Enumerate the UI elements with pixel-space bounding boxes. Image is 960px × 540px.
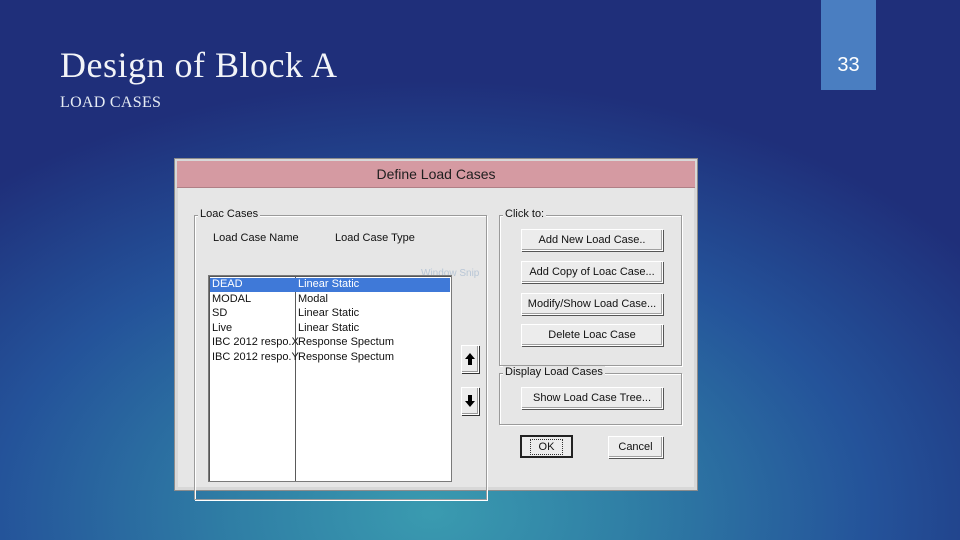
load-cases-group-legend: Loac Cases <box>198 208 261 220</box>
column-header-name: Load Case Name <box>213 232 299 244</box>
list-item[interactable]: IBC 2012 respo.Y Response Spectum <box>210 351 450 365</box>
display-load-cases-group-legend: Display Load Cases <box>503 366 605 378</box>
load-case-name: MODAL <box>212 292 252 305</box>
load-case-name: IBC 2012 respo.Y <box>212 350 299 363</box>
list-item[interactable]: Live Linear Static <box>210 322 450 336</box>
define-load-cases-dialog: Define Load Cases Loac Cases Load Case N… <box>174 158 698 500</box>
ok-button[interactable]: OK <box>520 435 573 458</box>
dialog-titlebar[interactable]: Define Load Cases <box>177 161 695 188</box>
list-item[interactable]: SD Linear Static <box>210 307 450 321</box>
load-case-type: Linear Static <box>298 278 360 290</box>
column-header-type: Load Case Type <box>335 232 415 244</box>
load-case-type: Modal <box>298 292 328 305</box>
slide-subtitle: LOAD CASES <box>60 94 162 111</box>
load-case-type: Response Spectum <box>298 336 394 348</box>
add-copy-load-case-button[interactable]: Add Copy of Loac Case... <box>521 261 663 283</box>
page-number-tab: 33 <box>821 0 876 90</box>
dialog-title: Define Load Cases <box>376 166 496 182</box>
list-item[interactable]: MODAL Modal <box>210 293 450 307</box>
list-item[interactable]: IBC 2012 respo.X Response Spectum <box>210 336 450 350</box>
page-number: 33 <box>837 53 860 76</box>
modify-show-load-case-button[interactable]: Modify/Show Load Case... <box>521 293 663 315</box>
load-case-name: DEAD <box>212 278 243 290</box>
move-down-button[interactable] <box>461 387 479 415</box>
move-up-button[interactable] <box>461 345 479 373</box>
click-to-group-legend: Click to: <box>503 208 547 220</box>
add-new-load-case-button[interactable]: Add New Load Case.. <box>521 229 663 251</box>
cancel-button[interactable]: Cancel <box>608 436 663 458</box>
dialog-body: Loac Cases Load Case Name Load Case Type… <box>178 188 694 500</box>
load-case-name: SD <box>212 307 228 319</box>
arrow-down-icon <box>465 395 475 407</box>
load-case-name: Live <box>212 321 233 334</box>
load-cases-listbox[interactable]: DEAD Linear Static MODAL Modal SD Linear Stat… <box>208 275 452 482</box>
delete-load-case-button[interactable]: Delete Loac Case <box>521 324 663 346</box>
show-load-case-tree-button[interactable]: Show Load Case Tree... <box>521 387 663 409</box>
ok-button-label: OK <box>529 438 564 455</box>
load-case-type: Response Spectum <box>298 350 394 363</box>
slide-title: Design of Block A <box>60 45 338 85</box>
load-case-type: Linear Static <box>298 307 360 319</box>
list-item[interactable]: DEAD Linear Static <box>210 278 450 292</box>
load-case-type: Linear Static <box>298 321 360 334</box>
load-case-name: IBC 2012 respo.X <box>212 336 299 348</box>
arrow-up-icon <box>465 353 475 365</box>
